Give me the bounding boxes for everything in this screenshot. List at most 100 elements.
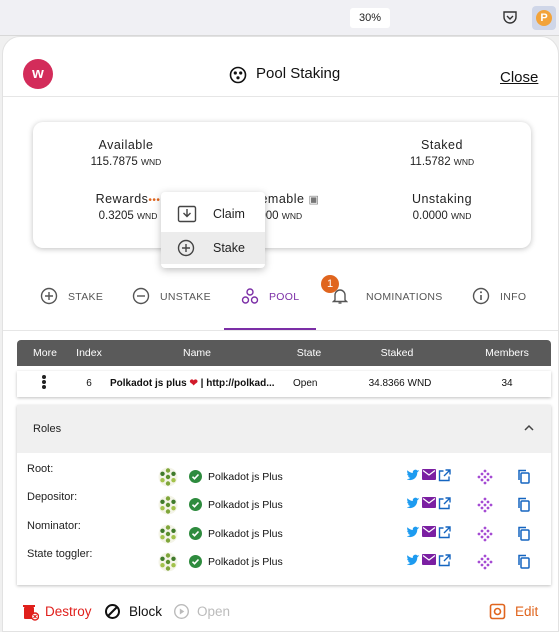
app-logo: w — [23, 59, 53, 89]
roles-title: Roles — [33, 423, 62, 435]
tab-label: INFO — [500, 291, 527, 303]
zoom-level[interactable]: 30% — [350, 8, 390, 28]
role-row: Nominator: Polkadot js Plus — [17, 520, 551, 548]
identicon-icon[interactable] — [158, 467, 178, 487]
role-row: Root: Polkadot js Plus — [17, 463, 551, 491]
identicon-icon[interactable] — [158, 524, 178, 544]
copy-icon[interactable] — [517, 554, 530, 569]
email-icon[interactable] — [422, 469, 436, 480]
staked-balance: Staked 11.5782 WND — [399, 138, 485, 168]
account-name: Polkadot js Plus — [208, 528, 283, 540]
copy-icon[interactable] — [517, 526, 530, 541]
close-button[interactable]: Close — [500, 69, 538, 86]
balance-card: Available 115.7875 WND Staked 11.5782 WN… — [33, 122, 531, 248]
unstaking-label: Unstaking — [411, 192, 473, 206]
open-label: Open — [197, 604, 231, 619]
tab-label: STAKE — [68, 291, 104, 303]
subscan-icon[interactable] — [477, 469, 493, 485]
pool-actions-footer: Destroy Block Open Edit — [3, 593, 558, 631]
redeem-icon[interactable]: ▣ — [308, 194, 319, 206]
verified-check-icon — [189, 498, 202, 511]
more-dots-icon[interactable]: ••• — [148, 195, 160, 206]
destroy-button[interactable]: Destroy — [21, 601, 101, 623]
edit-label: Edit — [515, 604, 539, 619]
copy-icon[interactable] — [517, 469, 530, 484]
role-row: State toggler: Polkadot js Plus — [17, 548, 551, 576]
verified-check-icon — [189, 527, 202, 540]
external-link-icon[interactable] — [438, 497, 451, 510]
available-label: Available — [98, 138, 154, 152]
rewards-balance[interactable]: Rewards••• 0.3205 WND — [83, 192, 173, 222]
identicon-icon[interactable] — [158, 552, 178, 572]
tab-pool[interactable]: POOL — [241, 283, 311, 325]
account-name: Polkadot js Plus — [208, 499, 283, 511]
edit-button[interactable]: Edit — [489, 601, 549, 623]
pool-staked: 34.8366 WND — [368, 378, 432, 389]
notification-badge: 1 — [321, 275, 339, 293]
external-link-icon[interactable] — [438, 469, 451, 482]
unstaking-value: 0.0000 — [412, 210, 448, 222]
account-name: Polkadot js Plus — [208, 556, 283, 568]
twitter-icon[interactable] — [407, 554, 420, 566]
gear-icon — [489, 603, 506, 620]
add-circle-icon — [177, 239, 195, 257]
identicon-icon[interactable] — [158, 495, 178, 515]
tab-info[interactable]: INFO — [472, 283, 532, 325]
tab-label: POOL — [269, 291, 300, 303]
twitter-icon[interactable] — [407, 469, 420, 481]
email-icon[interactable] — [422, 554, 436, 565]
copy-icon[interactable] — [517, 497, 530, 512]
available-value: 115.7875 — [90, 156, 138, 168]
pool-name-rest: | http://polkad... — [200, 378, 275, 389]
trash-icon — [23, 605, 39, 621]
chevron-up-icon[interactable] — [523, 423, 535, 433]
redeemable-balance[interactable]: eemable ▣ 0000 WND — [253, 192, 335, 222]
browser-toolbar: 30% P — [0, 0, 559, 36]
column-header: State — [296, 347, 322, 359]
open-button[interactable]: Open — [173, 601, 235, 623]
account-name: Polkadot js Plus — [208, 471, 283, 483]
subscan-icon[interactable] — [477, 526, 493, 542]
tab-unstake[interactable]: UNSTAKE — [132, 283, 217, 325]
heart-icon: ❤ — [189, 378, 198, 389]
rewards-value: 0.3205 — [98, 210, 134, 222]
tab-nominations[interactable]: NOMINATIONS — [332, 283, 442, 325]
menu-item-label: Claim — [213, 207, 245, 221]
roles-accordion-header[interactable]: Roles — [17, 405, 551, 453]
column-header: Index — [76, 347, 102, 359]
download-icon — [177, 205, 197, 223]
extension-popup: w Pool Staking Close Available 115.7875 … — [2, 36, 559, 632]
menu-item-claim[interactable]: Claim — [161, 198, 265, 230]
unstaking-balance: Unstaking 0.0000 WND — [399, 192, 485, 222]
tab-stake[interactable]: STAKE — [40, 283, 110, 325]
pool-index: 6 — [86, 378, 92, 389]
more-options-icon[interactable] — [41, 374, 47, 392]
pool-staking-icon — [229, 66, 247, 84]
table-row[interactable]: 6 Polkadot js plus ❤ | http://polkad... … — [17, 371, 551, 397]
email-icon[interactable] — [422, 526, 436, 537]
role-label: Root: — [27, 463, 54, 475]
play-circle-icon — [173, 603, 190, 620]
pool-state: Open — [293, 378, 318, 389]
pool-members: 34 — [501, 378, 513, 389]
subscan-icon[interactable] — [477, 497, 493, 513]
page-title: Pool Staking — [256, 65, 341, 82]
destroy-label: Destroy — [45, 604, 92, 619]
menu-item-stake[interactable]: Stake — [161, 232, 265, 264]
info-icon — [472, 287, 490, 305]
subscan-icon[interactable] — [477, 554, 493, 570]
rewards-context-menu: Claim Stake — [161, 192, 265, 268]
pool-name: Polkadot js plus — [110, 378, 187, 389]
rewards-label: Rewards — [95, 192, 149, 206]
block-icon — [105, 604, 120, 619]
twitter-icon[interactable] — [407, 497, 420, 509]
block-button[interactable]: Block — [104, 601, 168, 623]
twitter-icon[interactable] — [407, 526, 420, 538]
available-balance: Available 115.7875 WND — [83, 138, 169, 168]
external-link-icon[interactable] — [438, 554, 451, 567]
external-link-icon[interactable] — [438, 526, 451, 539]
pocket-icon[interactable] — [502, 9, 518, 25]
email-icon[interactable] — [422, 497, 436, 508]
active-tab-indicator — [224, 328, 316, 330]
extension-icon[interactable]: P — [532, 6, 556, 30]
